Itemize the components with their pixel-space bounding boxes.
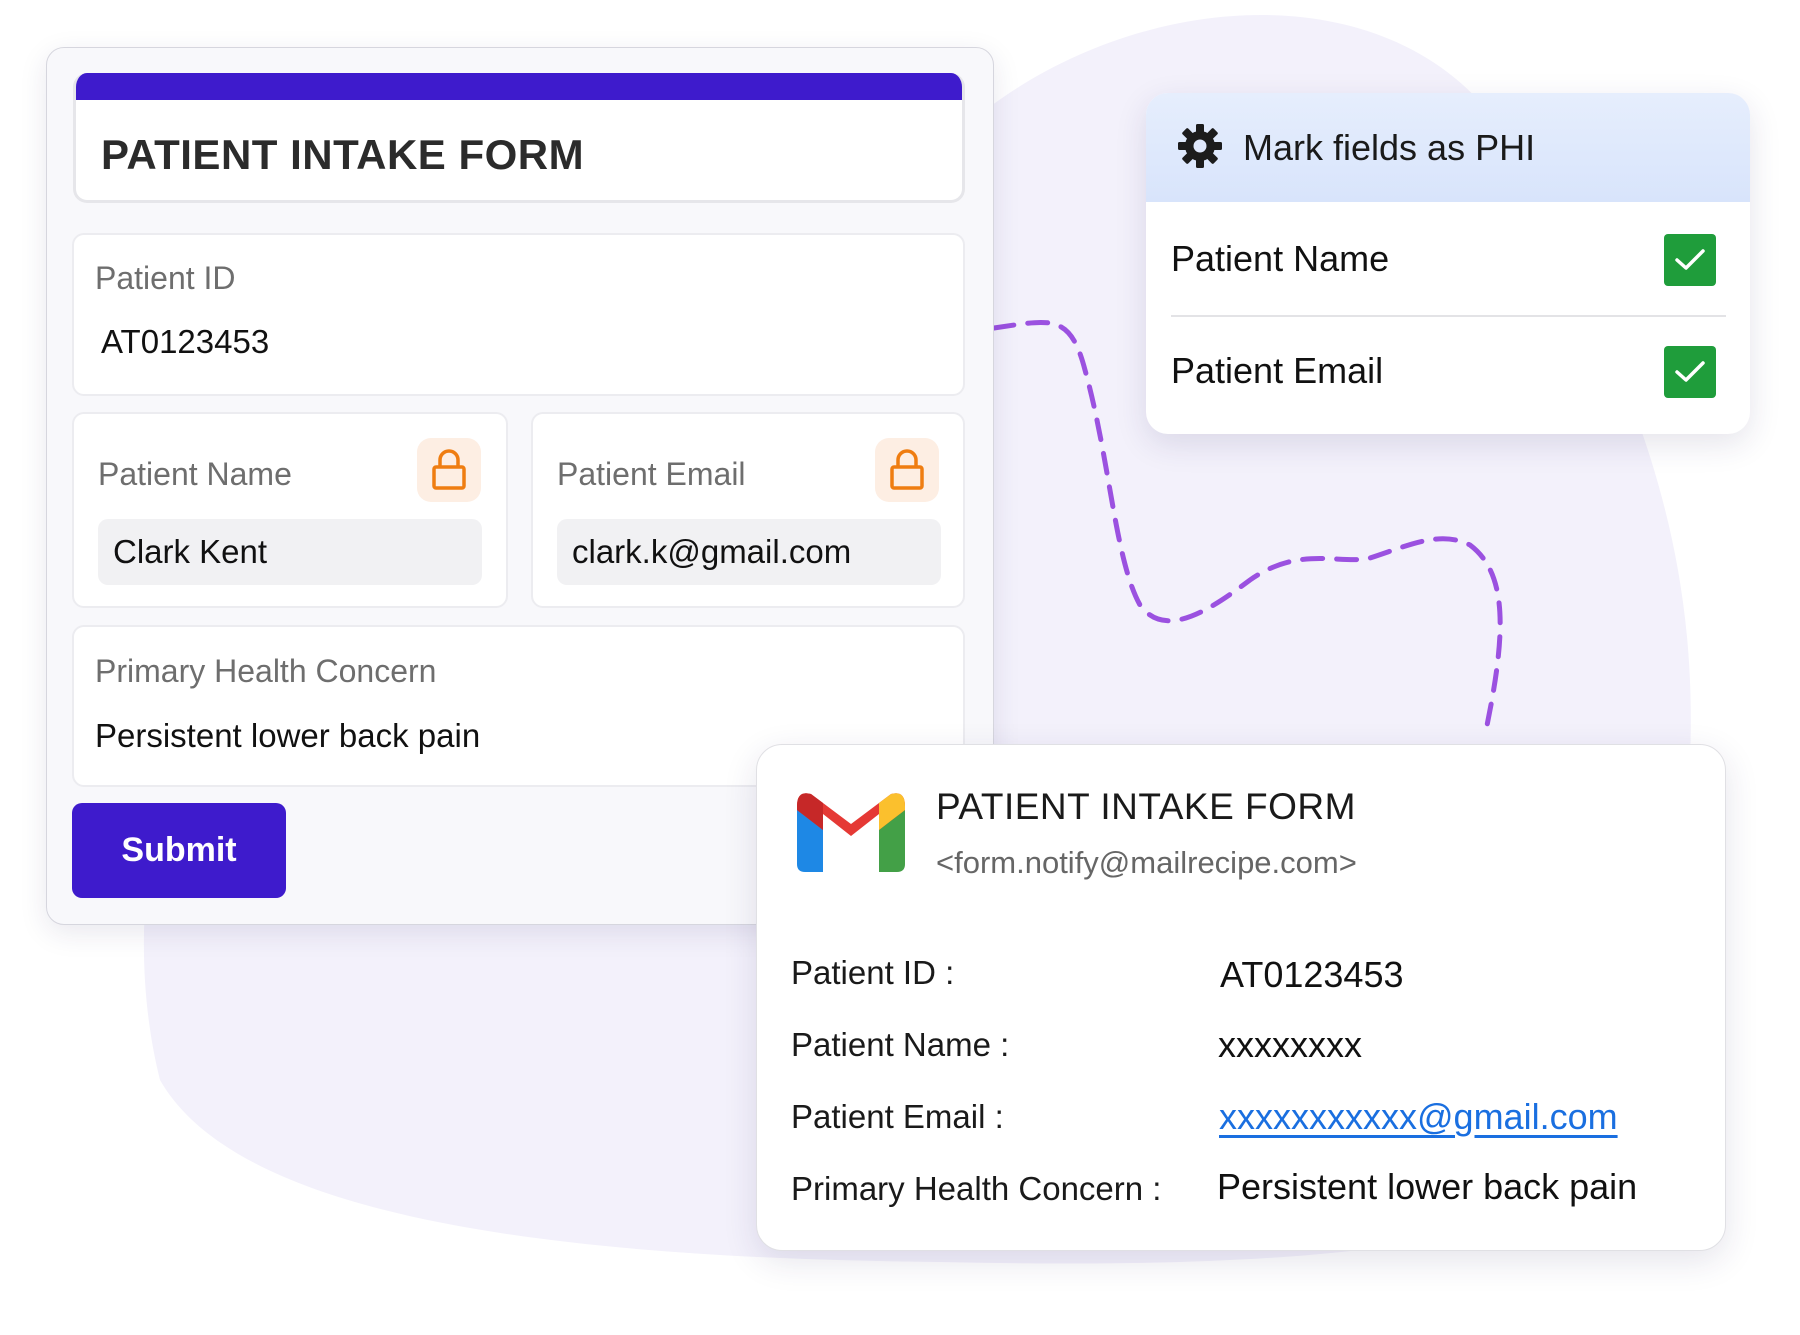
- submit-button[interactable]: Submit: [72, 803, 286, 898]
- checkbox-checked-icon[interactable]: [1664, 234, 1716, 286]
- lock-icon: [875, 438, 939, 502]
- phi-panel-title: Mark fields as PHI: [1243, 127, 1536, 168]
- patient-name-field[interactable]: Patient Name Clark Kent: [72, 412, 508, 608]
- email-sender: <form.notify@mailrecipe.com>: [936, 845, 1357, 880]
- email-row-label-primary-concern: Primary Health Concern :: [791, 1170, 1162, 1207]
- email-notification-card: PATIENT INTAKE FORM <form.notify@mailrec…: [756, 744, 1726, 1251]
- form-title: PATIENT INTAKE FORM: [101, 131, 585, 178]
- patient-email-input[interactable]: clark.k@gmail.com: [557, 519, 941, 585]
- email-row-label-patient-id: Patient ID :: [791, 954, 955, 991]
- email-row-value-patient-id: AT0123453: [1220, 954, 1404, 995]
- email-row-value-patient-name: xxxxxxxx: [1218, 1024, 1362, 1065]
- checkbox-checked-icon[interactable]: [1664, 346, 1716, 398]
- patient-name-label: Patient Name: [98, 456, 292, 492]
- patient-id-label: Patient ID: [95, 260, 236, 296]
- phi-item-label: Patient Email: [1171, 350, 1384, 391]
- form-header: PATIENT INTAKE FORM: [73, 73, 965, 203]
- email-row-label-patient-name: Patient Name :: [791, 1026, 1010, 1063]
- email-row-label-patient-email: Patient Email :: [791, 1098, 1004, 1135]
- gmail-logo: [797, 793, 905, 872]
- patient-id-field[interactable]: Patient ID AT0123453: [72, 233, 965, 396]
- gear-icon[interactable]: [1176, 122, 1224, 170]
- form-header-accent-bar: [76, 73, 962, 100]
- email-row-value-primary-concern: Persistent lower back pain: [1217, 1166, 1638, 1207]
- phi-item-label: Patient Name: [1171, 238, 1390, 279]
- phi-item-patient-name[interactable]: Patient Name: [1146, 202, 1750, 312]
- email-subject: PATIENT INTAKE FORM: [936, 786, 1356, 827]
- patient-name-input[interactable]: Clark Kent: [98, 519, 482, 585]
- patient-email-field[interactable]: Patient Email clark.k@gmail.com: [531, 412, 965, 608]
- phi-item-patient-email[interactable]: Patient Email: [1146, 314, 1750, 424]
- phi-panel-header: Mark fields as PHI: [1146, 93, 1750, 202]
- lock-icon: [417, 438, 481, 502]
- email-row-value-patient-email-link[interactable]: xxxxxxxxxxx@gmail.com: [1219, 1096, 1618, 1138]
- patient-id-value: AT0123453: [101, 323, 270, 360]
- patient-email-label: Patient Email: [557, 456, 746, 492]
- primary-health-concern-value: Persistent lower back pain: [95, 717, 481, 754]
- mark-phi-panel: Mark fields as PHI Patient Name Patient …: [1146, 93, 1750, 434]
- primary-health-concern-label: Primary Health Concern: [95, 653, 437, 689]
